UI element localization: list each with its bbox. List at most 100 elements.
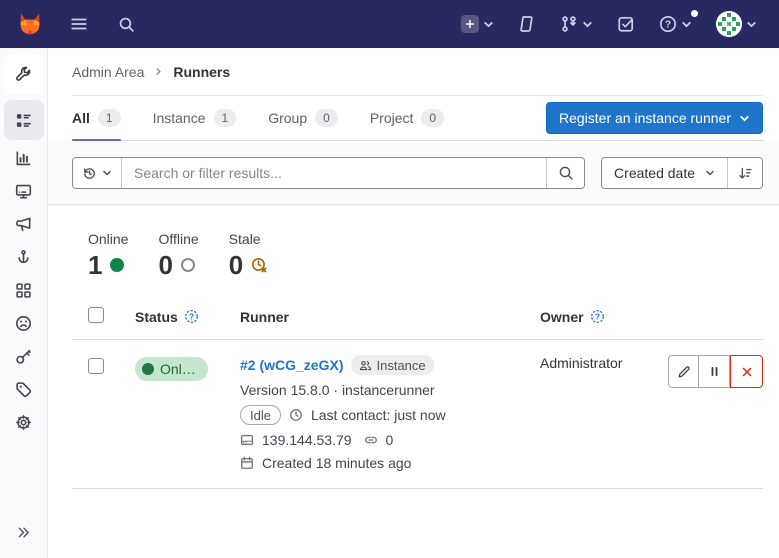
chevron-down-icon xyxy=(483,19,494,30)
search-box xyxy=(72,157,585,189)
notification-dot xyxy=(691,10,698,17)
tab-project[interactable]: Project 0 xyxy=(354,96,460,140)
sidebar-item-abuse-reports[interactable] xyxy=(4,307,44,340)
breadcrumb: Admin Area Runners xyxy=(48,48,779,95)
runner-actions xyxy=(668,355,763,388)
offline-count: 0 xyxy=(158,250,172,280)
monitor-icon xyxy=(15,183,32,200)
tab-instance-count: 1 xyxy=(214,109,237,127)
runner-status-badge: Online xyxy=(135,357,208,381)
sort-descending-icon xyxy=(738,166,753,181)
merge-requests-button[interactable] xyxy=(556,11,597,37)
tab-group-count: 0 xyxy=(315,109,338,127)
link-icon xyxy=(364,433,378,447)
svg-text:?: ? xyxy=(595,311,600,321)
filter-bar: Created date xyxy=(48,141,779,205)
chevron-down-icon xyxy=(681,19,692,30)
chevron-down-icon xyxy=(746,19,757,30)
online-status-icon xyxy=(110,258,124,272)
row-checkbox[interactable] xyxy=(88,358,104,374)
online-dot-icon xyxy=(142,363,154,375)
sort-direction-button[interactable] xyxy=(727,158,762,188)
tab-project-count: 0 xyxy=(421,109,444,127)
runner-type-tabs: All 1 Instance 1 Group 0 Project 0 Regis… xyxy=(72,96,763,141)
tab-all[interactable]: All 1 xyxy=(72,96,137,140)
sidebar-item-deploy-keys[interactable] xyxy=(4,340,44,373)
sidebar-item-system-hooks[interactable] xyxy=(4,241,44,274)
svg-text:?: ? xyxy=(665,19,671,30)
gitlab-logo-icon[interactable] xyxy=(16,10,44,38)
new-menu-button[interactable] xyxy=(457,11,498,37)
topbar: ? xyxy=(0,0,779,48)
tab-all-count: 1 xyxy=(98,109,121,127)
stale-count: 0 xyxy=(229,250,243,280)
admin-area-context-button[interactable] xyxy=(4,54,44,94)
search-history-dropdown[interactable] xyxy=(73,158,122,188)
todos-button[interactable] xyxy=(613,11,639,37)
edit-runner-button[interactable] xyxy=(668,355,699,388)
sidebar-item-analytics[interactable] xyxy=(4,142,44,175)
main-content: Admin Area Runners All 1 Instance 1 Grou… xyxy=(48,48,779,558)
job-status-badge: Idle xyxy=(240,405,281,425)
sidebar-item-settings[interactable] xyxy=(4,406,44,439)
overview-icon xyxy=(15,112,32,129)
sort-by-dropdown[interactable]: Created date xyxy=(602,158,727,188)
issues-button[interactable] xyxy=(514,11,540,37)
linked-projects-count: 0 xyxy=(386,432,394,448)
pencil-icon xyxy=(677,365,691,379)
search-icon xyxy=(558,165,574,181)
offline-status-icon xyxy=(181,258,195,272)
sidebar-item-messages[interactable] xyxy=(4,208,44,241)
register-instance-runner-button[interactable]: Register an instance runner xyxy=(546,102,763,134)
admin-sidebar xyxy=(0,48,48,558)
owner-help-icon[interactable]: ? xyxy=(590,309,605,324)
pause-icon xyxy=(708,365,721,378)
chart-icon xyxy=(15,150,32,167)
select-all-checkbox[interactable] xyxy=(88,307,104,323)
runner-link[interactable]: #2 (wCG_zeGX) xyxy=(240,357,343,373)
sidebar-item-labels[interactable] xyxy=(4,373,44,406)
ip-address-icon xyxy=(240,433,254,447)
close-icon xyxy=(740,365,754,379)
collapse-sidebar-button[interactable] xyxy=(4,516,44,548)
online-count: 1 xyxy=(88,250,102,280)
search-submit-button[interactable] xyxy=(546,158,584,188)
chevron-down-icon xyxy=(739,113,750,124)
sidebar-item-applications[interactable] xyxy=(4,274,44,307)
megaphone-icon xyxy=(15,216,32,233)
sort-control: Created date xyxy=(601,157,763,189)
last-contact: Last contact: just now xyxy=(311,407,446,423)
help-button[interactable]: ? xyxy=(655,11,696,37)
sidebar-item-monitoring[interactable] xyxy=(4,175,44,208)
svg-text:?: ? xyxy=(189,311,194,321)
pause-runner-button[interactable] xyxy=(699,355,730,388)
hamburger-menu-button[interactable] xyxy=(66,11,92,37)
chevron-down-icon xyxy=(102,168,112,178)
sidebar-item-overview[interactable] xyxy=(4,100,44,140)
ip-address: 139.144.53.79 xyxy=(262,432,352,448)
stat-online: Online 1 xyxy=(88,231,128,280)
history-icon xyxy=(82,166,97,181)
status-help-icon[interactable]: ? xyxy=(184,309,199,324)
avatar xyxy=(716,11,742,37)
search-button[interactable] xyxy=(114,12,139,37)
chevron-down-icon xyxy=(705,168,715,178)
owner-link[interactable]: Administrator xyxy=(540,355,622,371)
chevron-down-icon xyxy=(582,19,593,30)
runners-table: Status ? Runner Owner ? xyxy=(72,294,763,489)
breadcrumb-admin-area[interactable]: Admin Area xyxy=(72,64,144,80)
double-chevron-right-icon xyxy=(16,525,31,540)
search-input[interactable] xyxy=(122,158,546,188)
hook-icon xyxy=(15,249,32,266)
applications-grid-icon xyxy=(15,282,32,299)
breadcrumb-runners: Runners xyxy=(173,64,230,80)
clock-icon xyxy=(289,408,303,422)
tab-group[interactable]: Group 0 xyxy=(252,96,354,140)
stat-offline: Offline 0 xyxy=(158,231,198,280)
tab-instance[interactable]: Instance 1 xyxy=(137,96,253,140)
runner-stats: Online 1 Offline 0 Stale 0 xyxy=(88,231,747,280)
gear-icon xyxy=(15,414,32,431)
key-icon xyxy=(15,348,32,365)
delete-runner-button[interactable] xyxy=(730,355,763,388)
user-menu-button[interactable] xyxy=(712,7,761,41)
